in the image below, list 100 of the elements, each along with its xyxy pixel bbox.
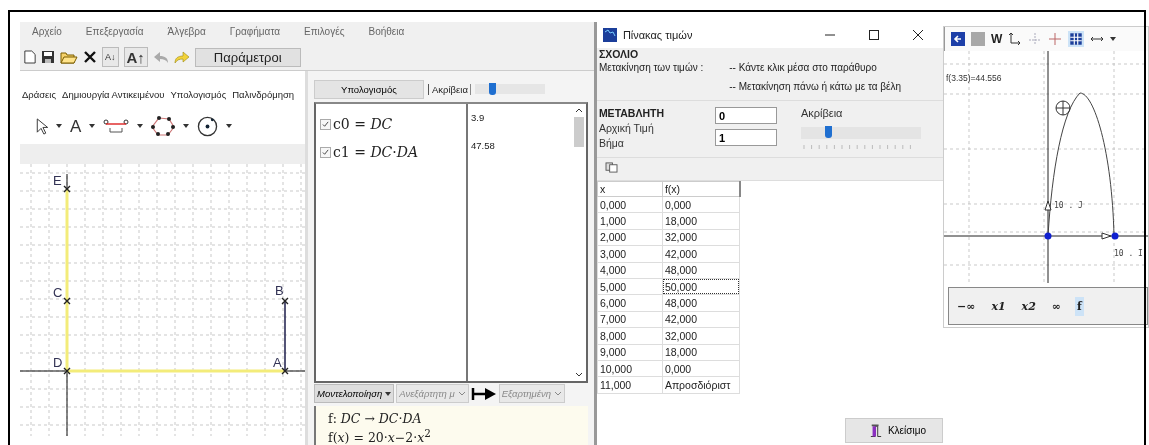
table-cell: 48,000 (662, 294, 740, 312)
instruction-text: -- Μετακίνηση πάνω ή κάτω με τα βέλη (729, 80, 902, 92)
menu-item[interactable]: Άλγεβρα (167, 26, 206, 40)
table-cell: 42,000 (662, 245, 740, 263)
double-arrow-icon[interactable] (1090, 35, 1105, 43)
tool-tab[interactable]: Παλινδρόμηση (232, 89, 295, 100)
caret-icon[interactable] (56, 124, 62, 128)
table-cell: 0,000 (662, 360, 740, 377)
tool-tab[interactable]: Δημιουργία Αντικειμένου (62, 89, 165, 100)
point-marker[interactable] (63, 297, 71, 305)
grid-icon[interactable] (1068, 31, 1085, 47)
copy-icon[interactable] (604, 162, 618, 173)
scroll-thumb[interactable] (573, 116, 584, 147)
font-larger-button[interactable]: A↑ (123, 47, 148, 67)
menu-item[interactable]: Επιλογές (304, 26, 345, 40)
text-style-button[interactable]: W (991, 32, 1003, 46)
calculation-button[interactable]: Υπολογισμός (314, 79, 424, 99)
table-cell: 32,000 (662, 327, 740, 344)
table-cell: Απροσδιόριστ (662, 376, 740, 394)
point-marker[interactable] (281, 297, 289, 305)
point-label: A (273, 355, 282, 370)
function-graph[interactable]: f(3.35)=44.556 10 . J 10 . I (944, 51, 1148, 283)
menu-item[interactable]: Γραφήματα (229, 26, 280, 40)
table-cell: 3,000 (597, 245, 663, 263)
scroll-up-icon[interactable] (574, 107, 583, 113)
chevron-down-icon (457, 391, 466, 396)
polygon-icon[interactable] (151, 116, 176, 136)
column-header[interactable]: f(x) (662, 181, 740, 197)
point-marker[interactable] (63, 367, 71, 375)
expression: c0 = DC (333, 115, 393, 132)
caret-icon[interactable] (137, 124, 144, 128)
close-icon[interactable] (83, 50, 97, 64)
comment-heading: ΣΧΟΛΙΟ (598, 48, 640, 60)
tool-tab[interactable]: Υπολογισμός (170, 89, 227, 100)
expression: c1 = DC·DA (333, 143, 419, 160)
point-marker[interactable] (63, 185, 71, 193)
function-tab[interactable]: −∞ (955, 296, 978, 316)
caret-icon[interactable] (226, 124, 233, 128)
triangle-marker[interactable] (1101, 232, 1112, 240)
checkbox[interactable] (320, 118, 331, 130)
checkbox[interactable] (320, 146, 331, 158)
point[interactable] (1111, 232, 1119, 240)
table-cell: 10,000 (597, 360, 663, 377)
table-cell: 6,000 (597, 294, 663, 312)
precision-slider[interactable] (800, 127, 921, 139)
point-marker[interactable] (281, 367, 289, 375)
variable-heading: ΜΕΤΑΒΛΗΤΗ (598, 107, 665, 119)
table-cell: 48,000 (662, 262, 740, 279)
caret-icon[interactable] (183, 124, 190, 128)
color-swatch-icon[interactable] (971, 32, 985, 46)
step-field[interactable]: 1 (714, 129, 777, 146)
point-label: C (53, 285, 63, 300)
maximize-icon[interactable] (869, 30, 879, 40)
function-tab[interactable]: x2 (1019, 296, 1038, 316)
value-label: f(3.35)=44.556 (946, 73, 1002, 83)
precision-label: Ακρίβεια (428, 83, 471, 95)
point-label: E (53, 173, 62, 188)
tool-tab[interactable]: Δράσεις (22, 89, 57, 100)
text-tool[interactable]: A (70, 115, 82, 137)
table-cell: 18,000 (662, 344, 740, 361)
axes-arrow-icon[interactable] (1008, 32, 1023, 46)
close-icon[interactable] (913, 30, 923, 40)
value-text: 47.58 (470, 138, 496, 153)
formula-line: f: DC → DC·DA (328, 411, 423, 426)
circle-icon[interactable] (197, 115, 219, 137)
new-file-icon[interactable] (24, 50, 36, 64)
caret-icon[interactable] (1110, 37, 1117, 41)
parameters-button[interactable]: Παράμετροι (194, 47, 301, 67)
point-label: B (275, 283, 284, 298)
font-smaller-button[interactable]: A↓ (102, 47, 119, 67)
slider-thumb[interactable] (824, 126, 832, 138)
menu-item[interactable]: Βοήθεια (368, 26, 405, 40)
menu-item[interactable]: Αρχείο (32, 26, 62, 40)
slider-thumb[interactable] (488, 83, 496, 96)
save-icon[interactable] (41, 50, 55, 64)
function-tab[interactable]: f (1075, 296, 1084, 316)
value-text: 3.9 (470, 110, 486, 125)
column-header[interactable]: x (597, 181, 663, 197)
back-arrow-icon[interactable] (951, 32, 965, 46)
open-folder-icon[interactable] (60, 50, 78, 64)
point-label: 10 . J (1054, 201, 1083, 210)
pointer-icon[interactable] (36, 117, 48, 135)
modeling-dropdown[interactable]: Μοντελοποίηση (314, 384, 395, 403)
table-cell: 4,000 (597, 262, 663, 279)
segment-icon[interactable] (103, 118, 130, 134)
table-cell: 2,000 (597, 229, 663, 246)
table-cell: 1,000 (597, 212, 663, 230)
scroll-down-icon[interactable] (574, 372, 583, 378)
triangle-marker[interactable] (1044, 200, 1052, 211)
crosshair-marker[interactable] (1055, 100, 1071, 116)
caret-icon[interactable] (89, 124, 96, 128)
close-button[interactable]: Κλείσιμο (844, 418, 943, 443)
function-tab[interactable]: ∞ (1049, 296, 1063, 316)
point[interactable] (1044, 232, 1052, 240)
function-tab[interactable]: x1 (989, 296, 1008, 316)
menu-item[interactable]: Επεξεργασία (85, 26, 144, 40)
table-cell: 9,000 (597, 344, 663, 361)
start-value-field[interactable]: 0 (714, 107, 777, 124)
start-value-label: Αρχική Τιμή (598, 122, 655, 134)
precision-slider[interactable] (474, 84, 545, 95)
